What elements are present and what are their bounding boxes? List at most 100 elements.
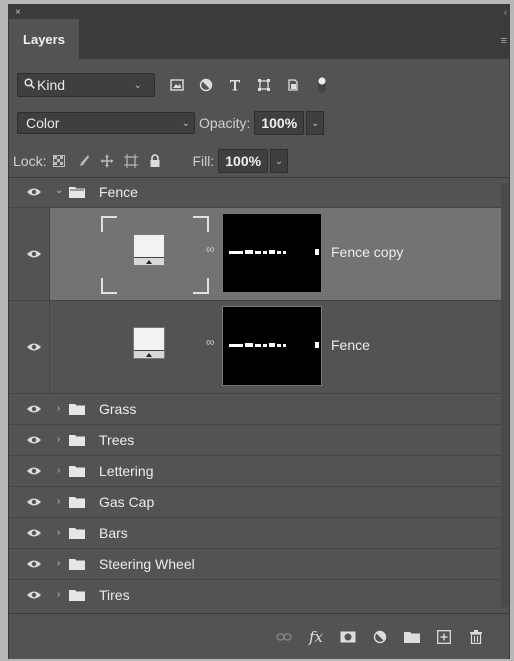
opacity-value: 100% [261, 115, 298, 131]
adjustment-filter-icon[interactable] [196, 75, 216, 95]
visibility-eye-icon[interactable] [25, 496, 43, 508]
layer-row-bars[interactable]: › Bars [9, 518, 509, 549]
collapse-icon[interactable]: ‹ [504, 7, 507, 17]
fill-value: 100% [225, 153, 262, 169]
lock-label: Lock: [13, 153, 47, 169]
folder-icon [69, 559, 85, 570]
selection-corner [101, 216, 117, 232]
lock-transparent-pixels-icon[interactable] [50, 152, 68, 170]
footer-icons: fx [261, 628, 485, 646]
lock-image-pixels-icon[interactable] [74, 152, 92, 170]
type-filter-icon[interactable] [225, 75, 245, 95]
layer-row-lettering[interactable]: › Lettering [9, 456, 509, 487]
layer-row-fence[interactable]: ∞ Fence [9, 301, 509, 394]
lock-all-icon[interactable] [146, 152, 164, 170]
visibility-eye-icon[interactable] [25, 186, 43, 198]
tab-layers[interactable]: Layers [9, 19, 79, 59]
filter-toggle-icon[interactable] [312, 75, 332, 95]
lock-position-icon[interactable] [98, 152, 116, 170]
layers-footer: fx [9, 613, 509, 659]
chevron-right-icon[interactable]: › [57, 403, 60, 414]
close-panel-icon[interactable]: × [15, 7, 21, 18]
layer-row-fence-group[interactable]: ⌄ Fence [9, 177, 509, 208]
link-icon[interactable]: ∞ [206, 335, 215, 349]
adjustment-layer-icon[interactable] [371, 628, 389, 646]
trash-icon[interactable] [467, 628, 485, 646]
selection-corner [193, 278, 209, 294]
chevron-right-icon[interactable]: › [57, 496, 60, 507]
blend-mode-select[interactable]: Color ⌄ [17, 112, 195, 134]
layer-thumbnail[interactable] [133, 234, 165, 266]
layer-name: Lettering [99, 463, 154, 479]
layers-scrollbar[interactable] [501, 183, 509, 607]
image-filter-icon[interactable] [167, 75, 187, 95]
folder-icon [69, 497, 85, 508]
fill-input[interactable]: 100% [218, 149, 269, 173]
selection-corner [101, 278, 117, 294]
visibility-eye-icon[interactable] [25, 558, 43, 570]
visibility-eye-icon[interactable] [25, 434, 43, 446]
visibility-eye-icon[interactable] [25, 589, 43, 601]
fill-label: Fill: [192, 153, 215, 169]
layer-name: Steering Wheel [99, 556, 195, 572]
link-icon[interactable]: ∞ [206, 242, 215, 256]
folder-icon [69, 590, 85, 601]
lock-artboard-icon[interactable] [122, 152, 140, 170]
folder-icon [69, 404, 85, 415]
panel-menu-icon[interactable]: ≡ [501, 35, 507, 47]
add-mask-icon[interactable] [339, 628, 357, 646]
chevron-right-icon[interactable]: › [57, 434, 60, 445]
chevron-right-icon[interactable]: › [57, 589, 60, 600]
folder-icon [69, 466, 85, 477]
chevron-down-icon[interactable]: ⌄ [55, 185, 63, 196]
visibility-eye-icon[interactable] [25, 403, 43, 415]
visibility-eye-icon[interactable] [25, 341, 43, 353]
selection-corner [193, 216, 209, 232]
layer-name: Grass [99, 401, 137, 417]
chevron-down-icon: ⌄ [310, 117, 320, 129]
layer-row-steering-wheel[interactable]: › Steering Wheel [9, 549, 509, 580]
layer-row-gas-cap[interactable]: › Gas Cap [9, 487, 509, 518]
folder-icon [69, 528, 85, 539]
chevron-down-icon: ⌄ [133, 79, 142, 91]
layer-mask-thumbnail[interactable] [222, 213, 322, 293]
lock-row: Lock: Fill: 100% ⌄ [9, 149, 289, 173]
layer-mask-thumbnail[interactable] [222, 306, 322, 386]
blend-mode-value: Color [26, 115, 60, 131]
visibility-eye-icon[interactable] [25, 527, 43, 539]
fx-styles-button[interactable]: fx [307, 628, 325, 646]
shape-filter-icon[interactable] [254, 75, 274, 95]
layer-row-trees[interactable]: › Trees [9, 425, 509, 456]
tab-layers-label: Layers [23, 31, 65, 47]
opacity-dropdown-button[interactable]: ⌄ [306, 111, 325, 135]
filter-row: Kind ⌄ [17, 73, 341, 97]
opacity-input[interactable]: 100% [254, 111, 305, 135]
layer-name: Fence [331, 337, 370, 353]
layer-name: Bars [99, 525, 128, 541]
layer-name: Trees [99, 432, 135, 448]
filter-kind-select[interactable]: Kind ⌄ [17, 73, 155, 97]
chevron-down-icon: ⌄ [181, 117, 190, 129]
opacity-label: Opacity: [199, 115, 251, 131]
panel-tab-bar: Layers ≡ [9, 19, 509, 59]
folder-open-icon [69, 187, 85, 198]
layer-thumbnail[interactable] [133, 327, 165, 359]
link-layers-icon[interactable] [275, 628, 293, 646]
new-group-icon[interactable] [403, 628, 421, 646]
chevron-right-icon[interactable]: › [57, 558, 60, 569]
folder-icon [69, 435, 85, 446]
filter-kind-label: Kind [37, 77, 66, 93]
layer-row-fence-copy[interactable]: ∞ Fence copy [9, 208, 509, 301]
layer-row-grass[interactable]: › Grass [9, 394, 509, 425]
new-layer-icon[interactable] [435, 628, 453, 646]
visibility-eye-icon[interactable] [25, 248, 43, 260]
fx-label: fx [308, 628, 323, 646]
search-icon [24, 78, 35, 92]
chevron-right-icon[interactable]: › [57, 465, 60, 476]
fill-dropdown-button[interactable]: ⌄ [270, 149, 289, 173]
layer-row-tires[interactable]: › Tires [9, 580, 509, 609]
chevron-right-icon[interactable]: › [57, 527, 60, 538]
layers-list: ⌄ Fence ∞ Fence copy ∞ Fence › Grass › T… [9, 177, 509, 609]
visibility-eye-icon[interactable] [25, 465, 43, 477]
smart-object-filter-icon[interactable] [283, 75, 303, 95]
